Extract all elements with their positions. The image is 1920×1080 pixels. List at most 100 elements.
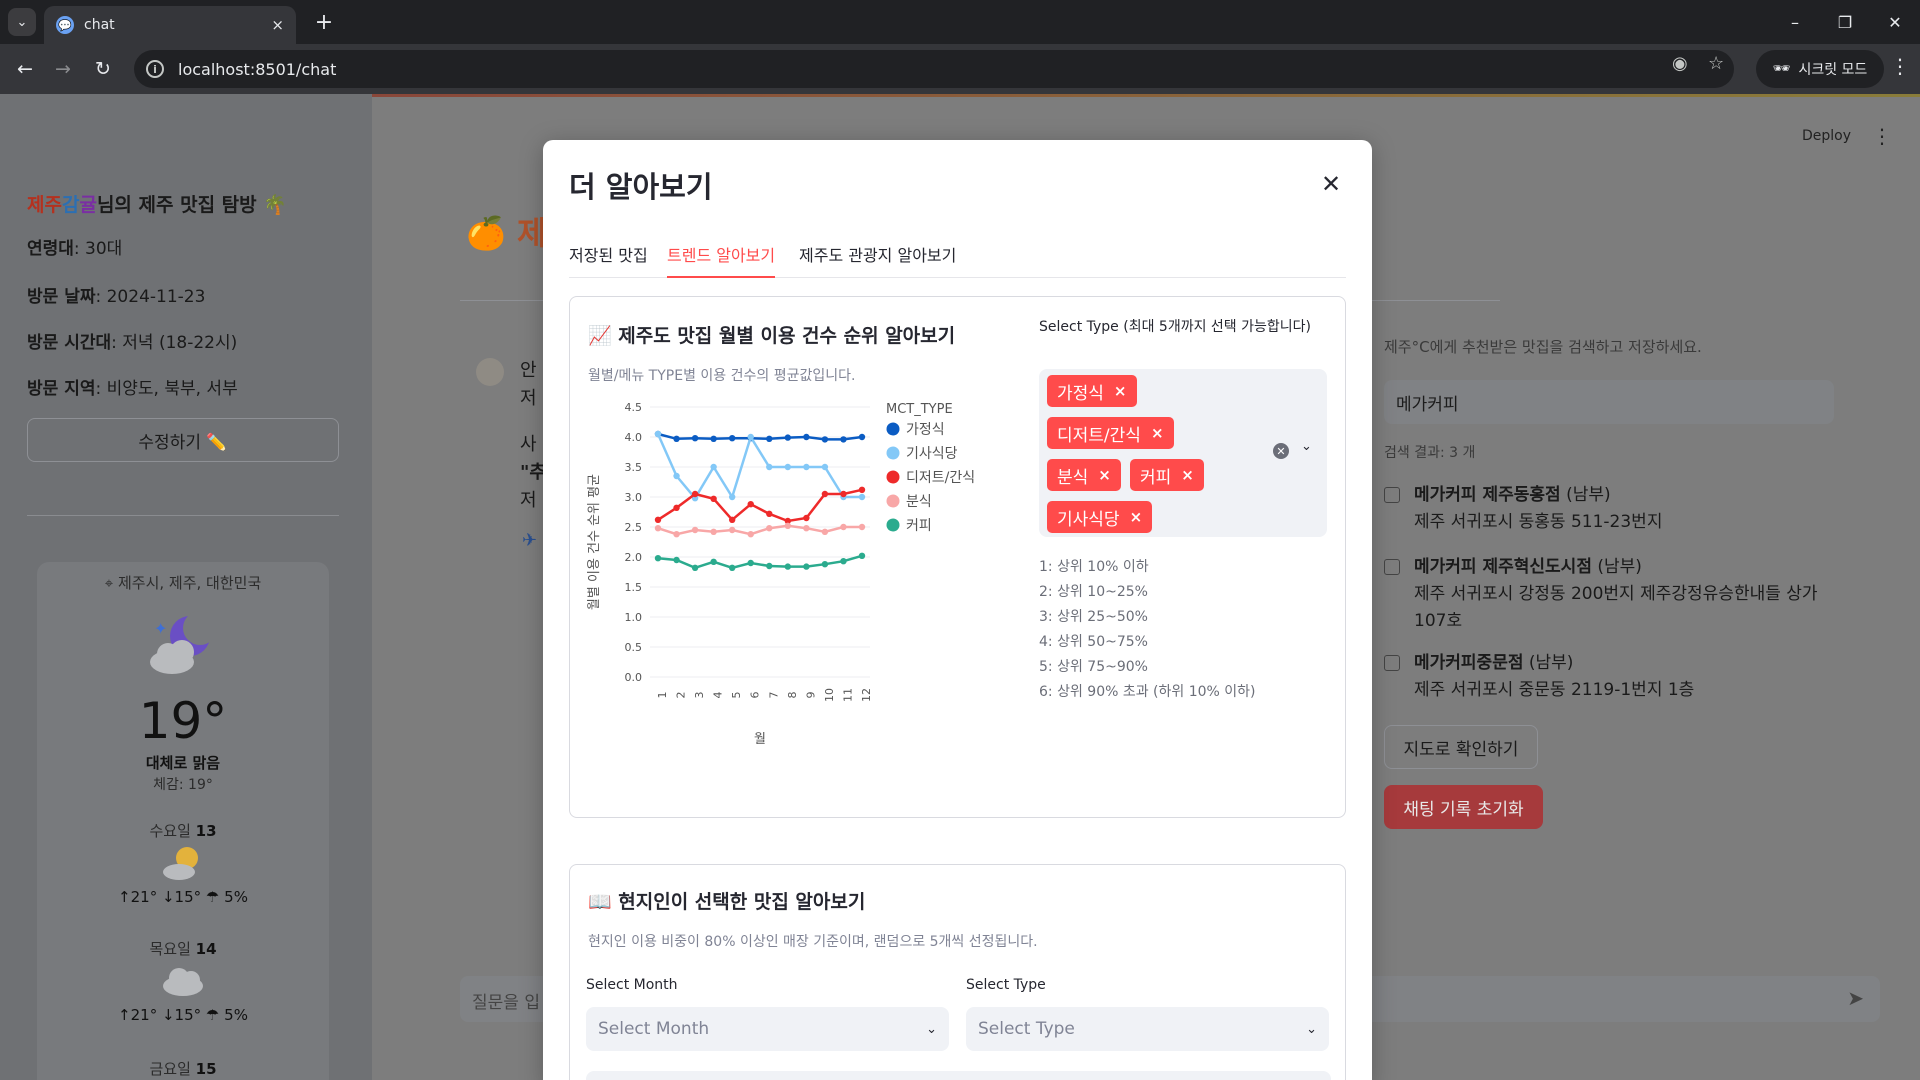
current-temperature: 19° — [138, 692, 228, 750]
rank-legend-item: 6: 상위 90% 초과 (하위 10% 이하) — [1039, 684, 1256, 700]
tab-trends[interactable]: 트렌드 알아보기 — [667, 240, 776, 278]
data-point — [673, 472, 680, 480]
region-value: : 비양도, 북부, 서부 — [95, 379, 238, 399]
select-month-dropdown[interactable]: Select Month ⌄ — [586, 1007, 949, 1051]
result-checkbox[interactable] — [1384, 655, 1400, 671]
chip-home-meal[interactable]: 가정식 × — [1047, 375, 1137, 407]
data-point — [784, 463, 792, 471]
location-pin-icon: ⌖ — [104, 574, 118, 592]
tab-close-icon[interactable]: × — [271, 16, 284, 34]
data-point — [710, 528, 717, 535]
legend-marker — [886, 470, 900, 484]
x-tick-label: 11 — [841, 688, 854, 702]
chevron-down-icon: ⌄ — [1306, 1021, 1317, 1037]
deploy-button[interactable]: Deploy — [1802, 128, 1851, 144]
view-map-button[interactable]: 지도로 확인하기 — [1384, 725, 1538, 769]
tab-search-button[interactable]: ⌄ — [8, 8, 36, 36]
data-point — [821, 490, 829, 498]
chevron-down-icon[interactable]: ⌄ — [1301, 439, 1312, 454]
cloud-icon — [157, 960, 209, 1000]
restaurant-search-input[interactable]: 메가커피 — [1384, 380, 1834, 424]
data-point — [728, 493, 736, 501]
tab-saved-restaurants[interactable]: 저장된 맛집 — [569, 240, 648, 278]
data-point — [803, 525, 810, 532]
rank-legend-item: 2: 상위 10~25% — [1039, 584, 1148, 600]
weather-location: ⌖ 제주시, 제주, 대한민국 — [37, 572, 329, 593]
legend-label: 디저트/간식 — [906, 470, 975, 486]
data-point — [747, 559, 754, 567]
chat-text-fragment: 안 — [520, 360, 537, 381]
forward-icon[interactable]: → — [48, 54, 78, 84]
data-point — [654, 516, 662, 523]
browser-menu-icon[interactable]: ⋮ — [1888, 54, 1912, 78]
data-point — [858, 433, 866, 441]
reload-icon[interactable]: ↻ — [88, 54, 118, 84]
y-tick-label: 4.0 — [625, 431, 643, 444]
chip-remove-icon[interactable]: × — [1151, 424, 1164, 442]
y-tick-label: 3.5 — [625, 461, 643, 474]
x-tick-label: 12 — [860, 688, 873, 702]
data-point — [858, 552, 866, 559]
tab-tourist-spots[interactable]: 제주도 관광지 알아보기 — [799, 240, 956, 278]
x-tick-label: 1 — [656, 692, 669, 699]
search-result-count: 검색 결과: 3 개 — [1384, 445, 1476, 461]
incognito-indicator[interactable]: 🕶 시크릿 모드 — [1756, 50, 1884, 88]
address-bar[interactable]: i localhost:8501/chat — [134, 50, 1734, 88]
search-result-item[interactable]: 메가커피 제주동홍점 (남부) 제주 서귀포시 동홍동 511-23번지 — [1384, 482, 1834, 536]
result-checkbox[interactable] — [1384, 487, 1400, 503]
chip-coffee[interactable]: 커피 × — [1130, 459, 1204, 491]
edit-profile-button[interactable]: 수정하기 ✏️ — [27, 418, 339, 462]
x-tick-label: 7 — [767, 692, 780, 699]
chat-text-fragment: 저 — [520, 388, 537, 409]
data-point — [840, 490, 847, 498]
clear-all-icon[interactable]: ✕ — [1273, 443, 1289, 459]
chip-remove-icon[interactable]: × — [1114, 382, 1127, 400]
chip-remove-icon[interactable]: × — [1181, 466, 1194, 484]
select-month-label: Select Month — [586, 977, 678, 993]
select-type-dropdown[interactable]: Select Type ⌄ — [966, 1007, 1329, 1051]
select-type-placeholder: Select Type — [978, 1019, 1075, 1039]
close-icon[interactable]: ✕ — [1319, 170, 1343, 198]
x-tick-label: 8 — [786, 692, 799, 699]
reset-chat-button[interactable]: 채팅 기록 초기화 — [1384, 785, 1543, 829]
select-type-label: Select Type (최대 5개까지 선택 가능합니다) — [1039, 319, 1311, 335]
browser-tab-chat[interactable]: 💬 chat × — [44, 6, 296, 44]
rank-legend-item: 3: 상위 25~50% — [1039, 609, 1148, 625]
chat-favicon-icon: 💬 — [56, 16, 74, 34]
bookmark-star-icon[interactable]: ☆ — [1708, 53, 1724, 74]
data-point — [803, 563, 810, 570]
minimize-icon[interactable]: – — [1770, 0, 1820, 44]
chip-driver-restaurant[interactable]: 기사식당 × — [1047, 501, 1153, 533]
tracking-protection-icon[interactable]: ◉ — [1672, 53, 1688, 74]
chip-label: 가정식 — [1057, 383, 1104, 404]
moon-cloud-icon: ✦ — [142, 610, 222, 680]
new-tab-icon[interactable]: + — [310, 8, 338, 36]
app-menu-icon[interactable]: ⋮ — [1872, 124, 1892, 148]
back-icon[interactable]: ← — [10, 54, 40, 84]
weather-location-text: 제주시, 제주, 대한민국 — [117, 574, 262, 592]
restore-icon[interactable]: ❐ — [1820, 0, 1870, 44]
monthly-rank-line-chart[interactable]: 0.00.51.01.52.02.53.03.54.04.51 2 3 4 5 6 7 8 9 1… — [580, 397, 1020, 797]
data-point — [654, 430, 662, 438]
search-result-item[interactable]: 메가커피중문점 (남부) 제주 서귀포시 중문동 2119-1번지 1층 — [1384, 650, 1834, 704]
browser-tab-bar: ⌄ 💬 chat × + – ❐ ✕ — [0, 0, 1920, 44]
search-result-item[interactable]: 메가커피 제주혁신도시점 (남부) 제주 서귀포시 강정동 200번지 제주강정… — [1384, 554, 1834, 635]
type-multiselect[interactable]: 가정식 × 디저트/간식 × 분식 × 커피 × 기사식당 × ✕ ⌄ — [1039, 369, 1327, 537]
chip-remove-icon[interactable]: × — [1130, 508, 1143, 526]
result-checkbox[interactable] — [1384, 559, 1400, 575]
address-url[interactable]: localhost:8501/chat — [178, 60, 336, 79]
result-region: (남부) — [1560, 485, 1611, 505]
y-axis-title: 월별 이용 건수 순위 평균 — [587, 474, 602, 610]
data-point — [673, 435, 680, 442]
send-icon[interactable]: ➤ — [1847, 986, 1864, 1010]
close-window-icon[interactable]: ✕ — [1870, 0, 1920, 44]
chip-dessert[interactable]: 디저트/간식 × — [1047, 417, 1174, 449]
chip-snack[interactable]: 분식 × — [1047, 459, 1121, 491]
chip-remove-icon[interactable]: × — [1098, 466, 1111, 484]
forecast-day-1-stats: ↑21° ↓15° ☂ 5% — [118, 888, 248, 906]
legend-label: 기사식당 — [906, 446, 958, 462]
greeting-name-part-2: 감 — [61, 194, 80, 216]
site-info-icon[interactable]: i — [146, 60, 164, 78]
sun-cloud-icon — [157, 842, 209, 882]
data-point — [710, 495, 717, 502]
